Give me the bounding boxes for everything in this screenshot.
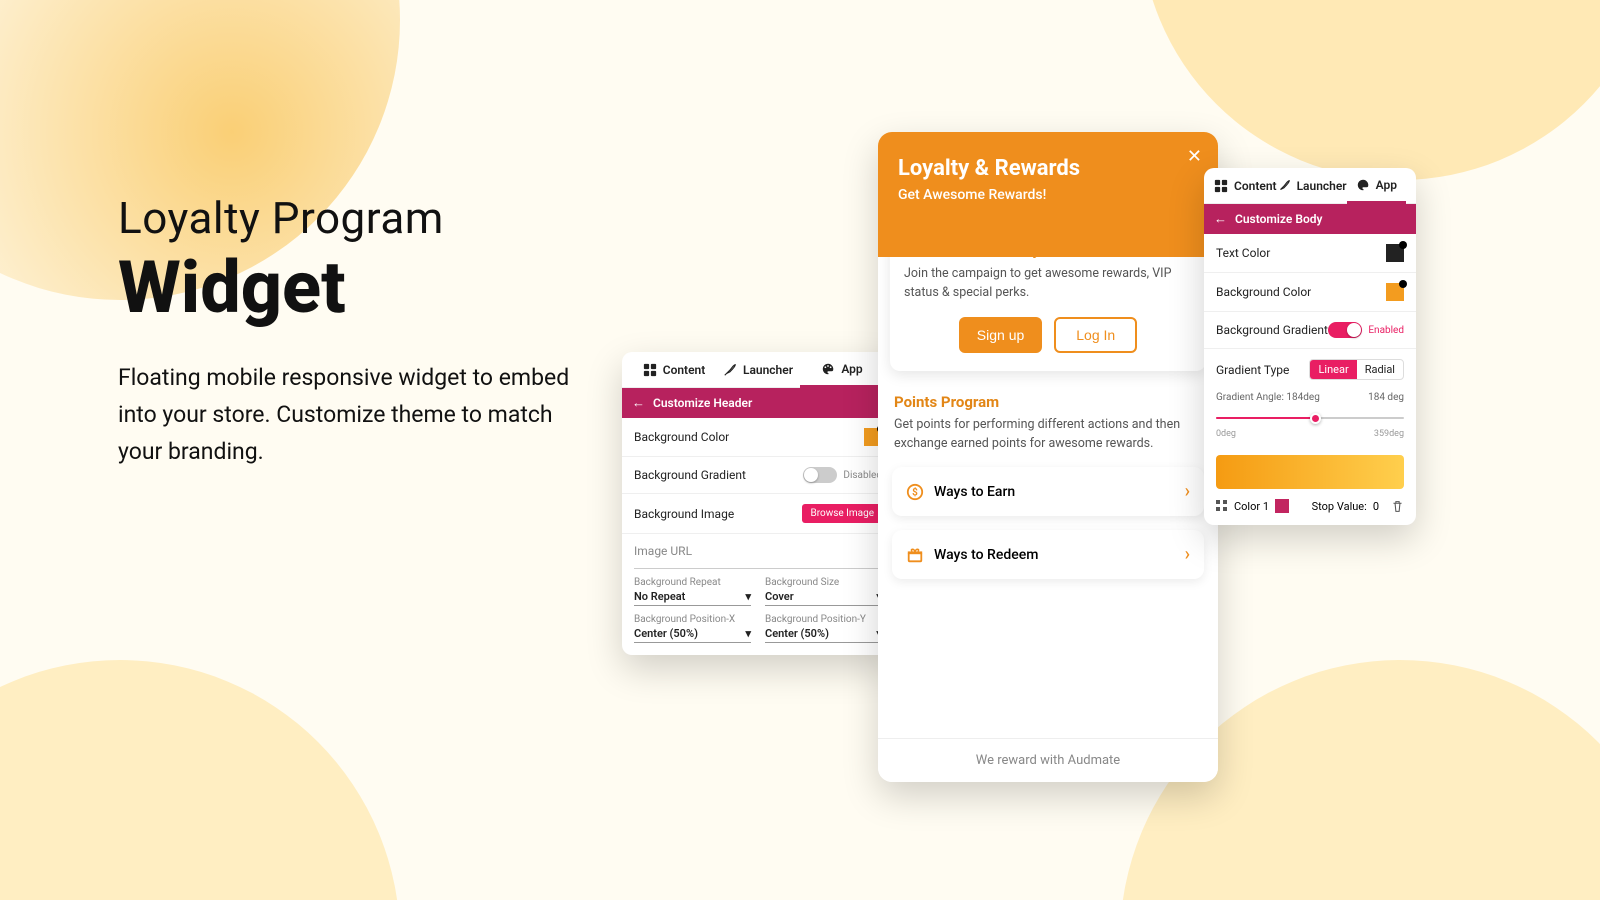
loyalty-widget-preview: ✕ Loyalty & Rewards Get Awesome Rewards!… (878, 132, 1218, 782)
stop-value: 0 (1373, 500, 1379, 513)
customize-header-bar[interactable]: Customize Header (622, 388, 894, 418)
slider-min: 0deg (1216, 429, 1236, 439)
svg-text:$: $ (912, 487, 918, 498)
color1-swatch[interactable] (1275, 499, 1289, 513)
bg-color-label: Background Color (634, 430, 729, 444)
customize-body-panel: Content Launcher App Customize Body Text… (1204, 168, 1416, 525)
body-bg-gradient-toggle[interactable] (1328, 322, 1362, 338)
bg-gradient-state: Disabled (843, 470, 882, 481)
gradient-type-row: Gradient Type Linear Radial (1204, 349, 1416, 390)
ways-to-redeem-card[interactable]: Ways to Redeem › (892, 530, 1204, 579)
palette-icon (1356, 178, 1370, 192)
points-heading: Points Program (894, 393, 1202, 411)
hero-description: Floating mobile responsive widget to emb… (118, 360, 578, 470)
close-icon[interactable]: ✕ (1187, 146, 1202, 167)
login-button[interactable]: Log In (1054, 317, 1137, 353)
body-bg-color-label: Background Color (1216, 285, 1311, 299)
bg-gradient-toggle[interactable] (803, 467, 837, 483)
customize-body-bar[interactable]: Customize Body (1204, 204, 1416, 234)
customize-body-label: Customize Body (1235, 212, 1322, 226)
ways-to-earn-card[interactable]: $ Ways to Earn › (892, 467, 1204, 516)
customize-header-label: Customize Header (653, 396, 752, 410)
tab-content[interactable]: Content (1214, 179, 1277, 193)
customize-header-panel: Content Launcher App Customize Header Ba… (622, 352, 894, 655)
grid-icon (643, 363, 657, 377)
text-color-swatch[interactable] (1386, 244, 1404, 262)
bg-color-row[interactable]: Background Color (622, 418, 894, 457)
gradient-type-segment[interactable]: Linear Radial (1309, 359, 1404, 380)
gradient-angle-label: Gradient Angle: 184deg (1216, 392, 1320, 403)
color1-label: Color 1 (1234, 500, 1269, 513)
bg-posy-label: Background Position-Y (765, 614, 882, 625)
text-color-label: Text Color (1216, 246, 1270, 260)
grid-icon (1214, 179, 1228, 193)
tab-app-label: App (841, 362, 862, 376)
tab-launcher-label: Launcher (743, 363, 793, 377)
body-bg-gradient-state: Enabled (1368, 325, 1404, 336)
rocket-icon (1277, 179, 1291, 193)
hero-title-line1: Loyalty Program (118, 192, 578, 244)
body-bg-color-row[interactable]: Background Color (1204, 273, 1416, 312)
widget-footer: We reward with Audmate (878, 738, 1218, 782)
join-body: Join the campaign to get awesome rewards… (904, 265, 1192, 303)
color-stop-row: Color 1 Stop Value: 0 (1216, 499, 1404, 513)
bg-image-row: Background Image Browse Image (622, 494, 894, 534)
slider-max: 359deg (1374, 429, 1404, 439)
body-bg-gradient-label: Background Gradient (1216, 323, 1328, 337)
ways-to-redeem-label: Ways to Redeem (934, 547, 1038, 563)
gradient-type-label: Gradient Type (1216, 363, 1289, 377)
back-arrow-icon (632, 395, 645, 411)
bg-gradient-label: Background Gradient (634, 468, 746, 482)
bg-posy-select[interactable]: Center (50%)▾ (765, 625, 882, 643)
gradient-type-linear[interactable]: Linear (1310, 360, 1356, 379)
bg-size-select[interactable]: Cover▾ (765, 588, 882, 606)
coin-icon: $ (906, 483, 924, 501)
palette-icon (821, 362, 835, 376)
body-bg-gradient-row: Background Gradient Enabled (1204, 312, 1416, 349)
bg-circle-bottom-left (0, 660, 400, 900)
tab-content-label: Content (663, 363, 706, 377)
gradient-angle-slider[interactable] (1216, 407, 1404, 429)
back-arrow-icon (1214, 211, 1227, 227)
points-body: Get points for performing different acti… (894, 415, 1202, 454)
tab-app[interactable]: App (1347, 168, 1406, 204)
bg-gradient-row: Background Gradient Disabled (622, 457, 894, 494)
rocket-icon (723, 363, 737, 377)
caret-down-icon: ▾ (745, 627, 751, 640)
image-url-input[interactable]: Image URL (634, 540, 882, 569)
widget-subtitle: Get Awesome Rewards! (898, 187, 1198, 203)
hero-title-line2: Widget (118, 252, 578, 324)
text-color-row[interactable]: Text Color (1204, 234, 1416, 273)
widget-title: Loyalty & Rewards (898, 156, 1198, 181)
bg-repeat-label: Background Repeat (634, 577, 751, 588)
signup-button[interactable]: Sign up (959, 317, 1042, 353)
bg-repeat-select[interactable]: No Repeat▾ (634, 588, 751, 606)
gift-icon (906, 546, 924, 564)
bg-posx-select[interactable]: Center (50%)▾ (634, 625, 751, 643)
tab-launcher[interactable]: Launcher (716, 363, 800, 377)
drag-handle-icon[interactable] (1216, 500, 1228, 512)
trash-icon[interactable] (1391, 500, 1404, 513)
ways-to-earn-label: Ways to Earn (934, 484, 1015, 500)
gradient-preview (1216, 455, 1404, 489)
bg-posx-label: Background Position-X (634, 614, 751, 625)
gradient-angle-value: 184 deg (1368, 392, 1404, 403)
stop-value-label: Stop Value: (1312, 500, 1367, 513)
bg-size-label: Background Size (765, 577, 882, 588)
caret-down-icon: ▾ (745, 590, 751, 603)
gradient-type-radial[interactable]: Radial (1357, 360, 1403, 379)
bg-image-label: Background Image (634, 507, 734, 521)
chevron-right-icon: › (1185, 481, 1190, 502)
chevron-right-icon: › (1185, 544, 1190, 565)
tab-content[interactable]: Content (632, 363, 716, 377)
tab-app[interactable]: App (800, 352, 884, 388)
tab-launcher[interactable]: Launcher (1277, 179, 1347, 193)
body-bg-color-swatch[interactable] (1386, 283, 1404, 301)
browse-image-button[interactable]: Browse Image (802, 504, 882, 523)
